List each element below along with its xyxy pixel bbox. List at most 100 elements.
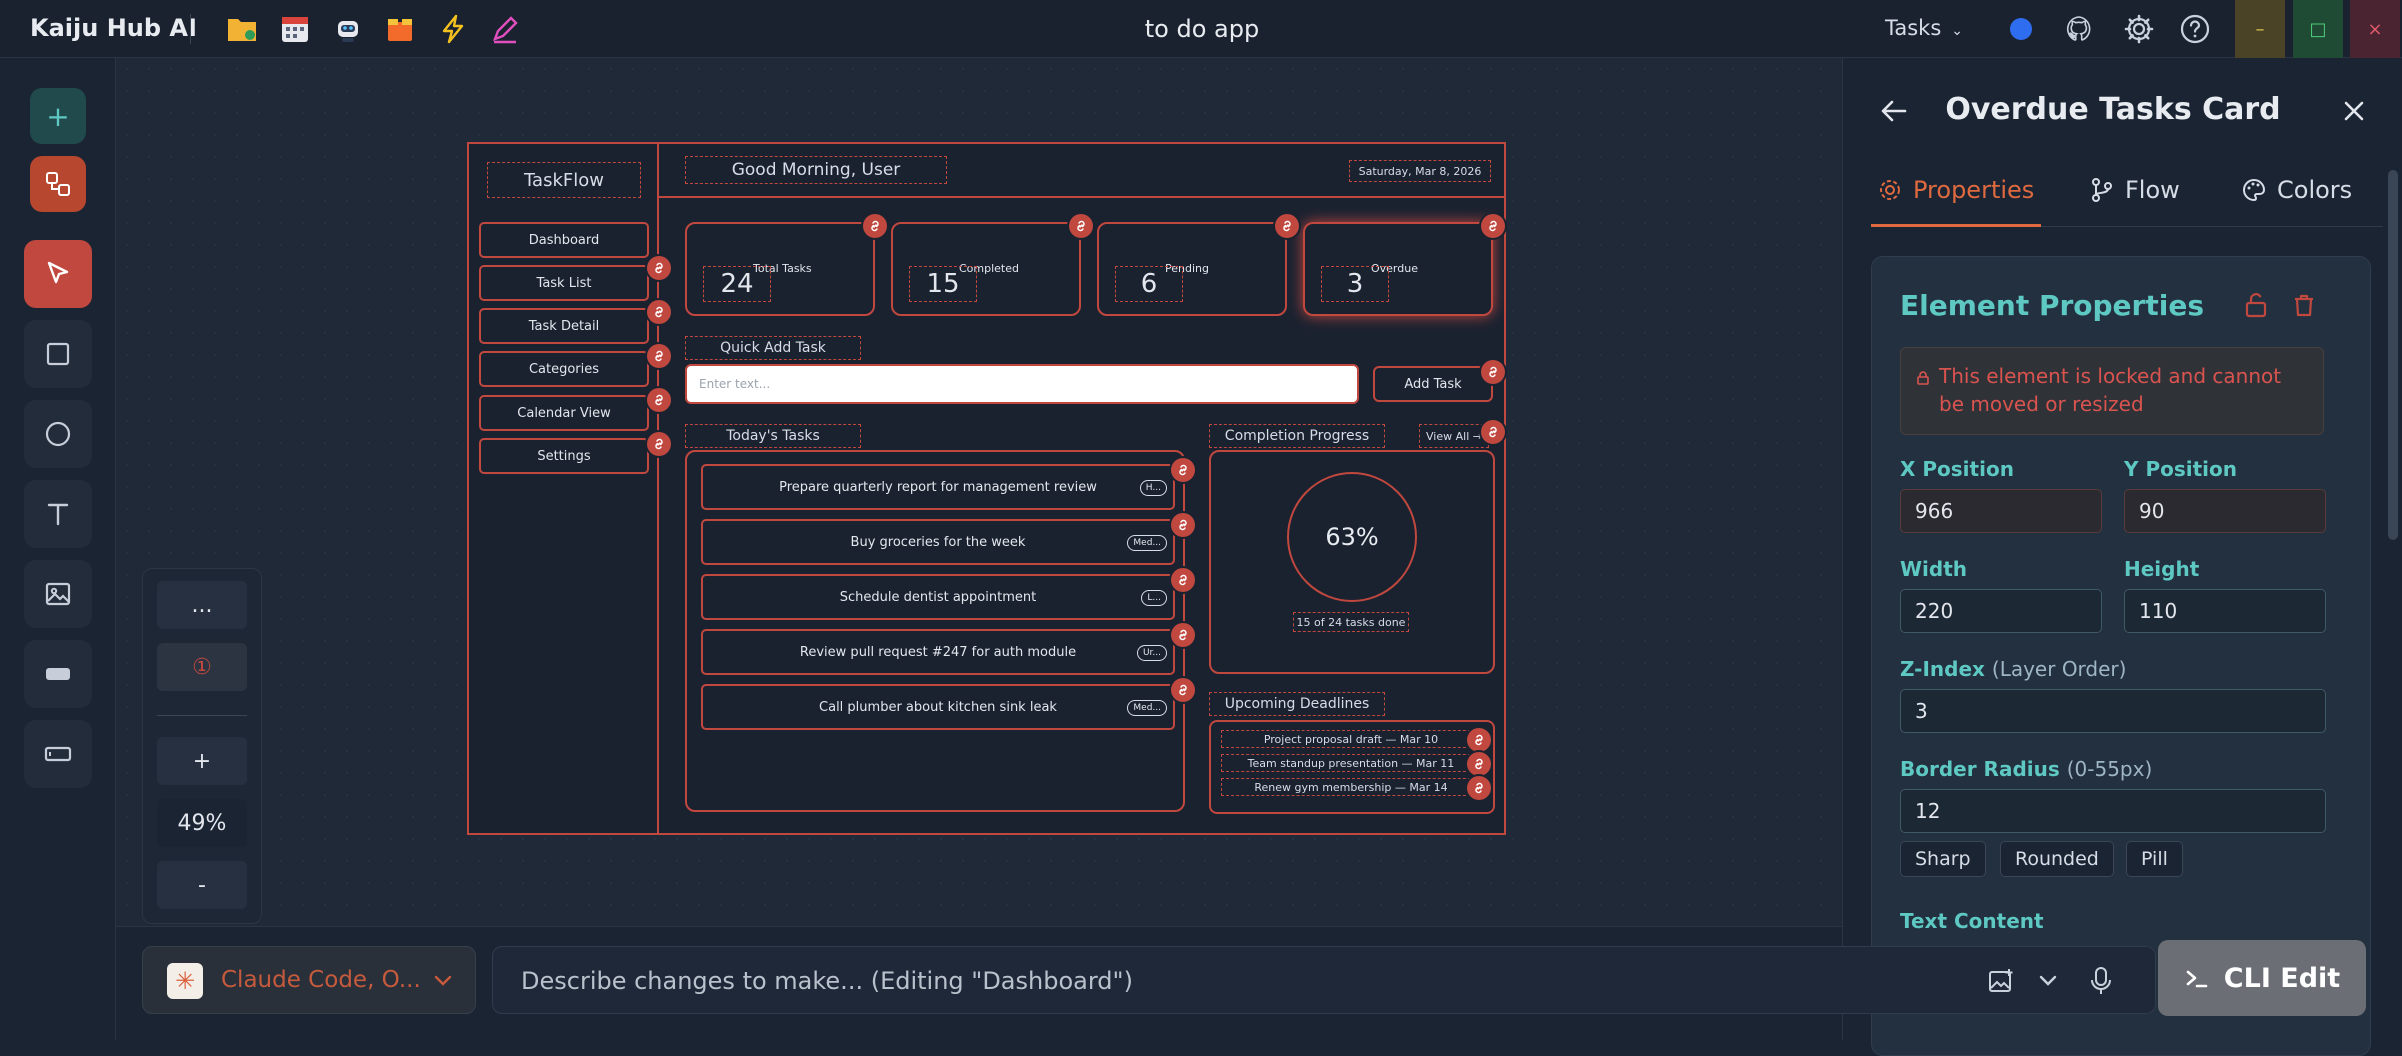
minimize-button[interactable]: – — [2235, 0, 2285, 58]
lock-icon[interactable] — [2242, 291, 2270, 323]
input-tool-button[interactable] — [24, 720, 92, 788]
design-sidebar[interactable]: TaskFlow Dashboard Task List Task Detail… — [469, 144, 659, 833]
progress-ring[interactable]: 63% — [1287, 472, 1417, 602]
quick-add-label[interactable]: Quick Add Task — [685, 336, 861, 360]
github-icon[interactable] — [2062, 12, 2096, 46]
link-icon[interactable] — [647, 344, 671, 368]
x-position-field[interactable]: 966 — [1900, 489, 2102, 533]
calendar-icon[interactable] — [278, 12, 312, 46]
deadline-item[interactable]: Project proposal draft — Mar 10 — [1221, 730, 1481, 748]
todays-tasks-label[interactable]: Today's Tasks — [685, 424, 861, 448]
link-icon[interactable] — [1481, 420, 1505, 444]
link-icon[interactable] — [1481, 214, 1505, 238]
tab-colors[interactable]: Colors — [2241, 176, 2352, 204]
robot-icon[interactable] — [331, 12, 365, 46]
button-tool-button[interactable] — [24, 640, 92, 708]
task-item[interactable]: Schedule dentist appointment L... — [701, 574, 1175, 620]
trash-icon[interactable] — [2290, 291, 2318, 323]
chevron-down-icon[interactable] — [2037, 971, 2059, 991]
link-icon[interactable] — [1069, 214, 1093, 238]
gear-icon[interactable] — [2122, 12, 2156, 46]
status-dot-icon[interactable] — [2010, 18, 2032, 40]
view-selector[interactable]: Tasks ⌄ — [1885, 16, 1963, 40]
more-options-button[interactable]: ... — [157, 581, 247, 629]
rectangle-tool-button[interactable] — [24, 320, 92, 388]
link-icon[interactable] — [1171, 513, 1195, 537]
deadline-item[interactable]: Renew gym membership — Mar 14 — [1221, 778, 1481, 796]
select-tool-button[interactable] — [24, 240, 92, 308]
add-task-button[interactable]: Add Task — [1373, 366, 1493, 402]
upcoming-deadlines-list[interactable]: Project proposal draft — Mar 10 Team sta… — [1209, 720, 1495, 814]
text-tool-button[interactable] — [24, 480, 92, 548]
zoom-out-button[interactable]: - — [157, 861, 247, 909]
task-item[interactable]: Review pull request #247 for auth module… — [701, 629, 1175, 675]
tab-properties[interactable]: Properties — [1877, 176, 2034, 204]
issues-badge[interactable]: ① — [157, 643, 247, 691]
z-index-field[interactable]: 3 — [1900, 689, 2326, 733]
link-icon[interactable] — [1171, 623, 1195, 647]
close-window-button[interactable]: × — [2350, 0, 2400, 58]
progress-note[interactable]: 15 of 24 tasks done — [1293, 612, 1409, 632]
microphone-icon[interactable] — [2089, 965, 2113, 997]
pen-icon[interactable] — [488, 12, 522, 46]
folder-icon[interactable] — [225, 12, 259, 46]
task-item[interactable]: Buy groceries for the week Med... — [701, 519, 1175, 565]
design-greeting[interactable]: Good Morning, User — [685, 156, 947, 184]
design-nav-calendar-view[interactable]: Calendar View — [479, 395, 649, 431]
overdue-tasks-card[interactable]: Overdue 3 — [1303, 222, 1493, 316]
flow-button[interactable] — [30, 156, 86, 212]
link-icon[interactable] — [1467, 728, 1491, 752]
task-item[interactable]: Prepare quarterly report for management … — [701, 464, 1175, 510]
border-radius-field[interactable]: 12 — [1900, 789, 2326, 833]
link-icon[interactable] — [1171, 678, 1195, 702]
maximize-button[interactable]: □ — [2293, 0, 2343, 58]
task-item[interactable]: Call plumber about kitchen sink leak Med.… — [701, 684, 1175, 730]
zoom-in-button[interactable]: + — [157, 737, 247, 785]
link-icon[interactable] — [647, 256, 671, 280]
image-tool-button[interactable] — [24, 560, 92, 628]
link-icon[interactable] — [1467, 752, 1491, 776]
total-tasks-card[interactable]: Total Tasks 24 — [685, 222, 875, 316]
link-icon[interactable] — [1171, 458, 1195, 482]
add-page-button[interactable]: + — [30, 88, 86, 144]
prompt-input[interactable] — [521, 957, 1921, 1005]
design-nav-dashboard[interactable]: Dashboard — [479, 222, 649, 258]
design-nav-categories[interactable]: Categories — [479, 351, 649, 387]
design-header[interactable]: Good Morning, User Saturday, Mar 8, 2026 — [659, 144, 1504, 198]
height-field[interactable]: 110 — [2124, 589, 2326, 633]
design-nav-task-list[interactable]: Task List — [479, 265, 649, 301]
link-icon[interactable] — [1171, 568, 1195, 592]
quick-add-input[interactable]: Enter text... — [685, 364, 1359, 404]
model-selector[interactable]: ✳ Claude Code, O... — [142, 946, 476, 1014]
todays-tasks-list[interactable]: Prepare quarterly report for management … — [685, 450, 1185, 812]
close-icon[interactable] — [2339, 96, 2369, 130]
link-icon[interactable] — [1275, 214, 1299, 238]
design-logo[interactable]: TaskFlow — [487, 162, 641, 198]
design-nav-settings[interactable]: Settings — [479, 438, 649, 474]
link-icon[interactable] — [647, 388, 671, 412]
link-icon[interactable] — [1481, 360, 1505, 384]
completion-progress-label[interactable]: Completion Progress — [1209, 424, 1385, 448]
deadline-item[interactable]: Team standup presentation — Mar 11 — [1221, 754, 1481, 772]
link-icon[interactable] — [647, 432, 671, 456]
design-date[interactable]: Saturday, Mar 8, 2026 — [1349, 160, 1491, 182]
view-all-link[interactable]: View All → — [1419, 424, 1489, 448]
lightning-icon[interactable] — [436, 12, 470, 46]
link-icon[interactable] — [1467, 776, 1491, 800]
ellipse-tool-button[interactable] — [24, 400, 92, 468]
package-icon[interactable] — [383, 12, 417, 46]
link-icon[interactable] — [647, 300, 671, 324]
y-position-field[interactable]: 90 — [2124, 489, 2326, 533]
width-field[interactable]: 220 — [1900, 589, 2102, 633]
radius-sharp-button[interactable]: Sharp — [1900, 841, 1986, 877]
radius-rounded-button[interactable]: Rounded — [2000, 841, 2114, 877]
radius-pill-button[interactable]: Pill — [2126, 841, 2183, 877]
cli-edit-button[interactable]: CLI Edit — [2158, 940, 2366, 1016]
completion-progress-card[interactable]: 63% 15 of 24 tasks done — [1209, 450, 1495, 674]
image-add-icon[interactable] — [1987, 967, 2015, 995]
completed-card[interactable]: Completed 15 — [891, 222, 1081, 316]
upcoming-deadlines-label[interactable]: Upcoming Deadlines — [1209, 692, 1385, 716]
tab-flow[interactable]: Flow — [2089, 176, 2180, 204]
pending-card[interactable]: Pending 6 — [1097, 222, 1287, 316]
dashboard-frame[interactable]: TaskFlow Dashboard Task List Task Detail… — [467, 142, 1506, 835]
